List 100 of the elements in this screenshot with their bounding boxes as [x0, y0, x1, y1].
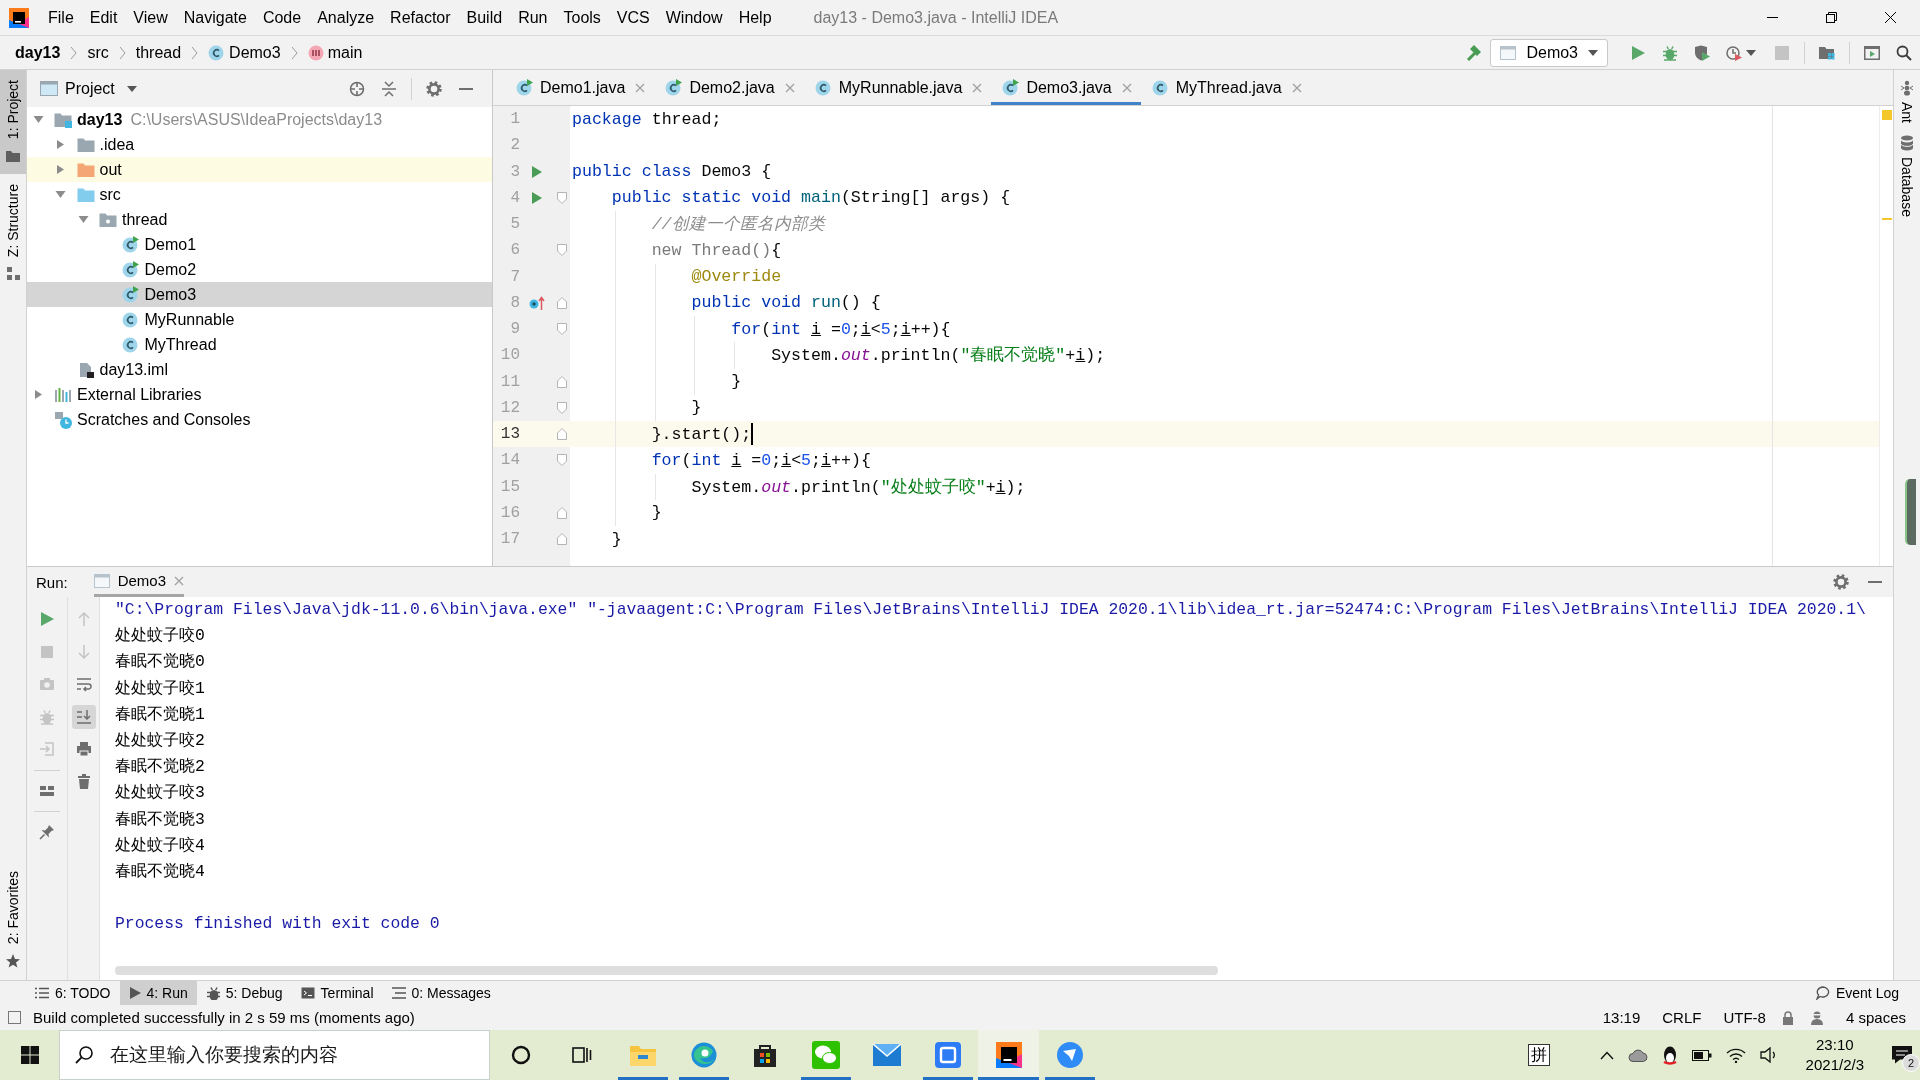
tool-window-tab[interactable]: 4: Run	[119, 981, 197, 1005]
run-icon[interactable]	[39, 611, 55, 628]
file-encoding[interactable]: UTF-8	[1723, 1009, 1766, 1026]
window-run-icon[interactable]	[1864, 44, 1880, 61]
fold-marker-icon[interactable]	[557, 454, 567, 467]
expand-arrow-icon[interactable]	[32, 389, 44, 400]
shield-run-icon[interactable]	[1694, 44, 1710, 61]
fold-marker-icon[interactable]	[557, 244, 567, 257]
fold-marker-icon[interactable]	[557, 506, 567, 519]
folder-grid-icon[interactable]	[1819, 44, 1835, 61]
clock-time[interactable]: 23:10	[1816, 1035, 1854, 1055]
input-method-indicator[interactable]: 拼	[1527, 1044, 1550, 1066]
bug-icon[interactable]	[1662, 44, 1678, 61]
menu-item[interactable]: Refactor	[382, 8, 459, 27]
crosshair-icon[interactable]	[349, 80, 365, 97]
tree-item[interactable]: External Libraries	[27, 382, 492, 407]
collapse-arrow-icon[interactable]	[32, 114, 44, 125]
fold-marker-icon[interactable]	[557, 428, 567, 441]
speaker-icon[interactable]	[1759, 1047, 1778, 1063]
tool-window-tab[interactable]: 1: Project	[0, 70, 26, 175]
pin-icon[interactable]	[39, 824, 55, 841]
tool-window-tab[interactable]: Z: Structure	[0, 174, 26, 293]
run-gutter-icon[interactable]	[531, 190, 543, 205]
cloud-icon[interactable]	[1627, 1048, 1648, 1062]
menu-item[interactable]: View	[125, 8, 176, 27]
editor-tab[interactable]: Demo1.java	[505, 70, 655, 105]
taskbar-button[interactable]	[978, 1030, 1039, 1080]
collapse-all-icon[interactable]	[381, 80, 397, 97]
run-icon[interactable]	[1630, 44, 1646, 61]
horizontal-scrollbar[interactable]	[115, 966, 1218, 975]
menu-item[interactable]: Edit	[81, 8, 126, 27]
tree-item[interactable]: MyRunnable	[27, 307, 492, 332]
tree-item[interactable]: MyThread	[27, 332, 492, 357]
clock-run-icon[interactable]	[1726, 44, 1742, 61]
scroll-to-end-icon[interactable]	[71, 704, 96, 729]
breadcrumb-item[interactable]: day13	[15, 43, 61, 62]
tree-item[interactable]: day13.iml	[27, 357, 492, 382]
fold-marker-icon[interactable]	[557, 323, 567, 336]
breadcrumb-item[interactable]: main	[307, 43, 363, 62]
caret-position[interactable]: 13:19	[1602, 1009, 1641, 1026]
menu-item[interactable]: Help	[730, 8, 780, 27]
collapse-arrow-icon[interactable]	[77, 214, 89, 225]
menu-item[interactable]: VCS	[608, 8, 658, 27]
tree-item[interactable]: Demo2	[27, 257, 492, 282]
tool-window-tab[interactable]: 5: Debug	[196, 981, 292, 1005]
editor-tab[interactable]: MyRunnable.java	[803, 70, 992, 105]
run-config-dropdown[interactable]: Demo3	[1490, 38, 1608, 67]
menu-item[interactable]: Run	[510, 8, 556, 27]
tree-item[interactable]: src	[27, 182, 492, 207]
side-handle[interactable]	[1905, 478, 1916, 545]
tool-window-tab[interactable]: Database	[1894, 135, 1920, 217]
restore-icon[interactable]	[1826, 12, 1837, 23]
tool-window-tab[interactable]: Terminal	[291, 981, 383, 1005]
penguin-icon[interactable]	[1661, 1045, 1678, 1065]
hammer-icon[interactable]	[1465, 44, 1482, 61]
menu-item[interactable]: Analyze	[309, 8, 383, 27]
tool-window-tab[interactable]: 6: TODO	[26, 981, 120, 1005]
override-gutter-icon[interactable]	[529, 294, 545, 311]
taskbar-search-field[interactable]: 在这里输入你要搜索的内容	[59, 1030, 490, 1080]
menu-item[interactable]: File	[40, 8, 82, 27]
fold-marker-icon[interactable]	[557, 375, 567, 388]
collapse-arrow-icon[interactable]	[55, 189, 66, 200]
project-view-dropdown[interactable]: Project	[65, 79, 137, 98]
menu-item[interactable]: Window	[657, 8, 731, 27]
windows-logo-icon[interactable]	[20, 1046, 39, 1064]
search-icon[interactable]	[1896, 44, 1912, 61]
clock-date[interactable]: 2021/2/3	[1805, 1055, 1864, 1075]
breadcrumb-item[interactable]: thread	[135, 43, 182, 62]
expand-arrow-icon[interactable]	[55, 139, 66, 150]
square-icon[interactable]	[8, 1011, 21, 1024]
run-gutter-icon[interactable]	[531, 164, 543, 179]
breadcrumb-item[interactable]: src	[87, 43, 109, 62]
chevron-up-icon[interactable]	[1599, 1050, 1614, 1060]
fold-marker-icon[interactable]	[557, 533, 567, 546]
inspector-icon[interactable]	[1809, 1010, 1824, 1025]
editor-tab[interactable]: Demo2.java	[654, 70, 804, 105]
fold-marker-icon[interactable]	[557, 296, 567, 309]
tool-window-tab[interactable]: 2: Favorites	[0, 860, 26, 980]
settings-icon[interactable]	[1833, 574, 1849, 590]
fold-marker-icon[interactable]	[557, 401, 567, 414]
editor-tab[interactable]: MyThread.java	[1140, 70, 1311, 105]
event-log-tab[interactable]: Event Log	[1806, 981, 1908, 1005]
tool-window-tab[interactable]: Ant	[1894, 80, 1920, 123]
tree-item[interactable]: Demo1	[27, 232, 492, 257]
tree-item[interactable]: out	[27, 157, 492, 182]
battery-plug-icon[interactable]	[1691, 1048, 1712, 1062]
breadcrumb-item[interactable]: Demo3	[208, 43, 281, 62]
menu-item[interactable]: Navigate	[175, 8, 255, 27]
expand-arrow-icon[interactable]	[55, 164, 66, 175]
lock-icon[interactable]	[1781, 1010, 1794, 1025]
tool-window-tab[interactable]: 0: Messages	[382, 981, 500, 1005]
menu-item[interactable]: Code	[254, 8, 310, 27]
tree-item[interactable]: .idea	[27, 132, 492, 157]
tree-item[interactable]: Scratches and Consoles	[27, 407, 492, 432]
line-separator[interactable]: CRLF	[1662, 1009, 1702, 1026]
settings-icon[interactable]	[426, 80, 442, 97]
tree-item[interactable]: Demo3	[27, 282, 492, 307]
fold-marker-icon[interactable]	[557, 191, 567, 204]
wifi-icon[interactable]	[1725, 1047, 1746, 1063]
menu-item[interactable]: Build	[458, 8, 511, 27]
